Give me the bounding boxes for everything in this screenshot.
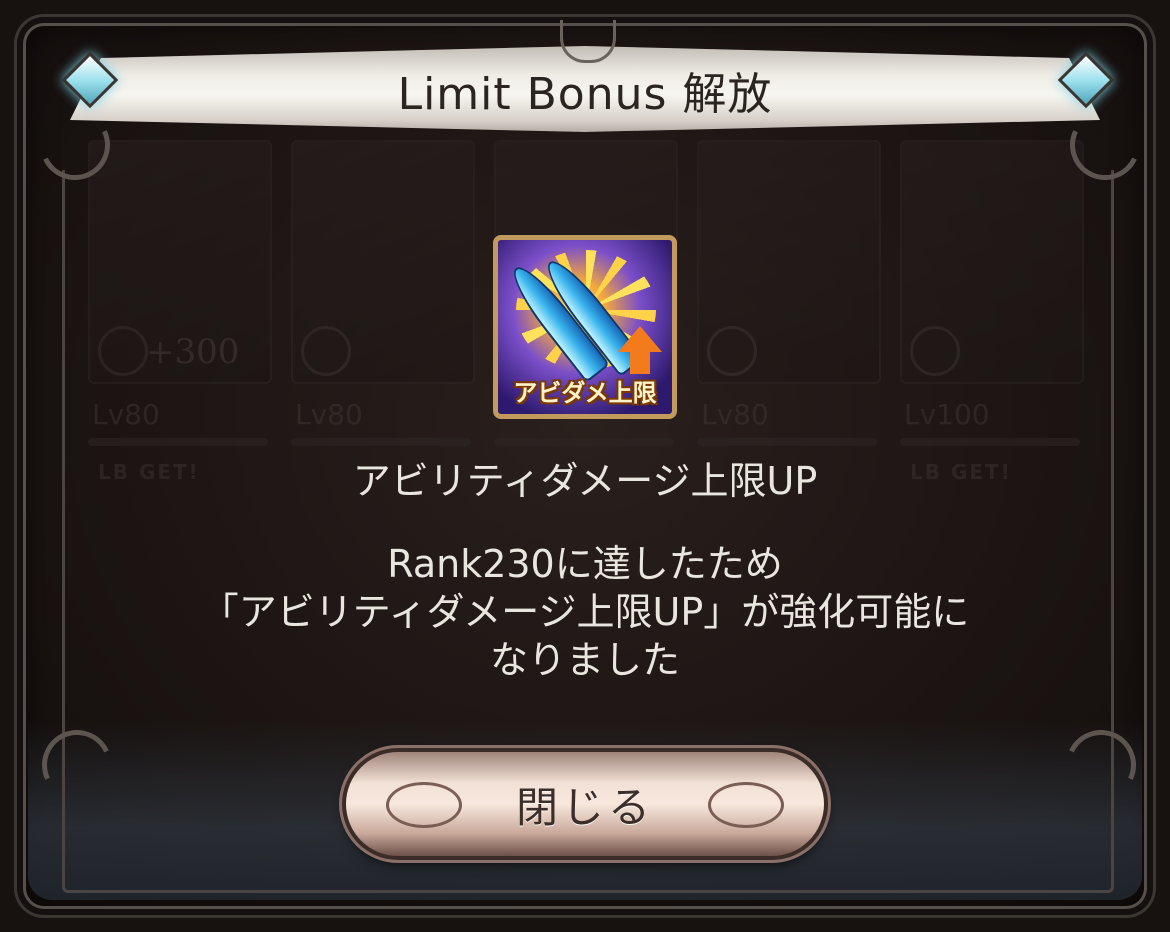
bg-card xyxy=(697,140,881,384)
message-line: Rank230に達したため xyxy=(387,542,783,586)
bg-card: +300 xyxy=(88,140,272,384)
bg-card-medal-icon xyxy=(301,326,351,376)
bg-card-medal-icon xyxy=(98,326,148,376)
bg-card xyxy=(291,140,475,384)
arrow-stem-icon xyxy=(630,350,650,374)
bg-card-bar xyxy=(697,438,877,446)
bg-card-bar xyxy=(88,438,268,446)
message-line: なりました xyxy=(489,638,680,682)
bg-card-medal-icon xyxy=(910,326,960,376)
bg-card-bar xyxy=(494,438,674,446)
message-line: 「アビリティダメージ上限UP」が強化可能に xyxy=(200,590,970,634)
bg-card-medal-icon xyxy=(707,326,757,376)
bg-card-level: Lv80 xyxy=(295,398,363,431)
bg-card-bonus: +300 xyxy=(146,332,240,372)
bg-card-level: Lv80 xyxy=(701,398,769,431)
crest-ornament-icon xyxy=(560,20,616,63)
skill-icon-caption: アビダメ上限 xyxy=(513,379,657,407)
close-button-label: 閉じる xyxy=(515,782,654,832)
skill-name: アビリティダメージ上限UP xyxy=(352,459,818,503)
fleur-ornament-icon xyxy=(386,782,462,828)
bg-card-bar xyxy=(291,438,471,446)
skill-icon: アビダメ上限 xyxy=(493,235,677,419)
arrow-up-icon xyxy=(618,326,662,352)
dialog-title: Limit Bonus 解放 xyxy=(397,69,773,120)
bg-card xyxy=(900,140,1084,384)
fleur-ornament-icon xyxy=(708,782,784,828)
unlock-message: Rank230に達したため 「アビリティダメージ上限UP」が強化可能に なりまし… xyxy=(0,540,1170,684)
close-button[interactable]: 閉じる xyxy=(346,752,824,856)
bg-card-level: Lv80 xyxy=(92,398,160,431)
bg-card-level: Lv100 xyxy=(904,398,990,431)
bg-card-bar xyxy=(900,438,1080,446)
